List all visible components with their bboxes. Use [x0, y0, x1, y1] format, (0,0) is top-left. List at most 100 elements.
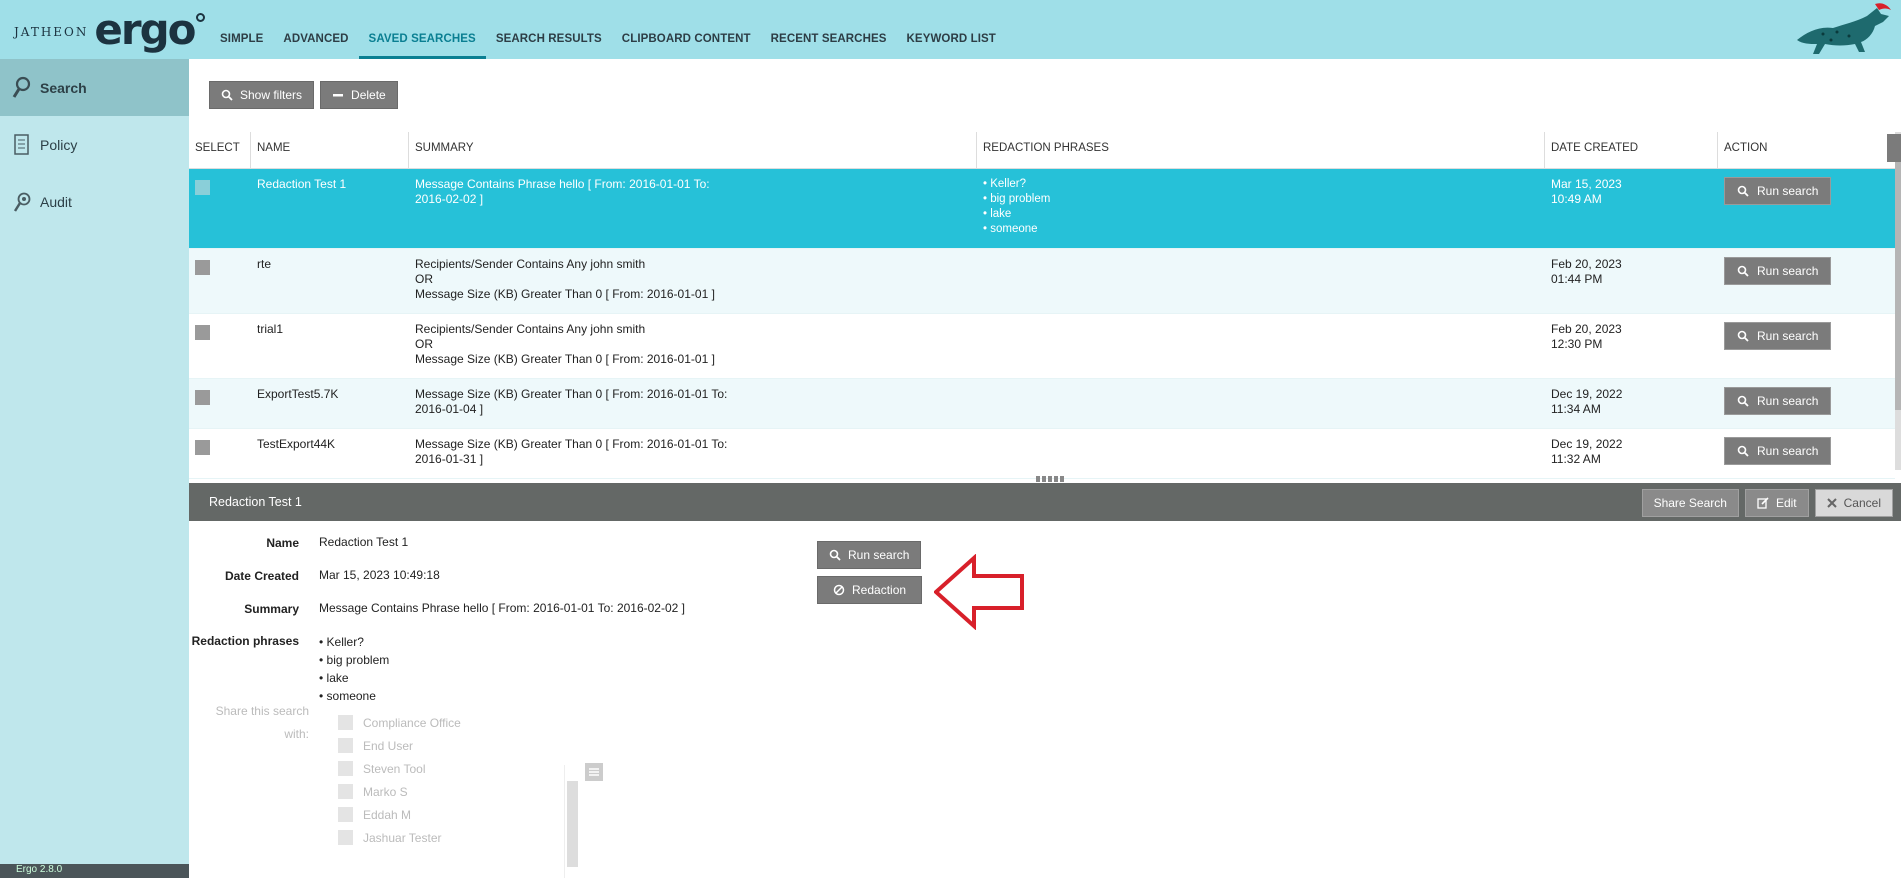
tab-recent-searches[interactable]: RECENT SEARCHES	[761, 0, 897, 59]
row-date: Feb 20, 2023 01:44 PM	[1545, 249, 1718, 313]
toolbar: Show filters Delete	[209, 81, 398, 109]
run-search-label: Run search	[1757, 183, 1819, 198]
run-search-button[interactable]: Run search	[1724, 257, 1832, 285]
row-checkbox[interactable]	[195, 260, 210, 275]
share-option[interactable]: Compliance Office	[328, 711, 568, 734]
phrase-item: • big problem	[319, 653, 390, 667]
sidebar-item-search[interactable]: Search	[0, 59, 189, 116]
row-checkbox[interactable]	[195, 390, 210, 405]
sidebar-item-label: Audit	[40, 193, 72, 210]
scrollbar-thumb[interactable]	[1895, 152, 1901, 410]
pane-splitter-handle[interactable]	[1036, 476, 1066, 482]
redaction-label: Redaction	[852, 583, 907, 597]
share-checkbox[interactable]	[338, 715, 353, 730]
share-checkbox[interactable]	[338, 761, 353, 776]
tab-simple[interactable]: SIMPLE	[210, 0, 273, 59]
summary-line: OR	[415, 337, 433, 351]
share-list-vertical-scrollbar[interactable]	[564, 765, 579, 878]
time-text: 11:34 AM	[1551, 402, 1601, 416]
row-checkbox[interactable]	[195, 180, 210, 195]
share-checkbox[interactable]	[338, 807, 353, 822]
label-summary: Summary	[244, 602, 299, 616]
search-icon	[1737, 265, 1749, 277]
share-option[interactable]: End User	[328, 734, 568, 757]
column-menu-icon[interactable]	[1887, 134, 1901, 162]
header-date-created[interactable]: DATE CREATED	[1545, 132, 1718, 168]
table-scrollbar[interactable]	[1895, 132, 1901, 470]
summary-line: Recipients/Sender Contains Any john smit…	[415, 322, 646, 336]
share-list: Compliance Office End User Steven Tool M…	[328, 711, 568, 851]
table-row[interactable]: TestExport44K Message Size (KB) Greater …	[189, 429, 1895, 479]
table-row[interactable]: rte Recipients/Sender Contains Any john …	[189, 249, 1895, 314]
edit-button[interactable]: Edit	[1744, 489, 1809, 517]
share-option[interactable]: Marko S	[328, 780, 568, 803]
share-option[interactable]: Eddah M	[328, 803, 568, 826]
row-name: trial1	[257, 322, 284, 336]
search-icon	[221, 89, 233, 101]
row-date: Dec 19, 2022 11:34 AM	[1545, 379, 1718, 428]
row-summary: Recipients/Sender Contains Any john smit…	[409, 314, 977, 378]
sidebar: Search Policy Audit Ergo 2.8.0	[0, 59, 189, 878]
row-summary: Recipients/Sender Contains Any john smit…	[409, 249, 977, 313]
table-row[interactable]: trial1 Recipients/Sender Contains Any jo…	[189, 314, 1895, 379]
cancel-button[interactable]: Cancel	[1814, 489, 1893, 517]
share-checkbox[interactable]	[338, 784, 353, 799]
sidebar-item-policy[interactable]: Policy	[0, 116, 189, 173]
share-option[interactable]: Steven Tool	[328, 757, 568, 780]
list-icon[interactable]	[585, 763, 603, 781]
row-date: Mar 15, 2023 10:49 AM	[1545, 169, 1718, 248]
row-redaction-phrases	[977, 249, 1545, 313]
tab-keyword-list[interactable]: KEYWORD LIST	[897, 0, 1006, 59]
detail-run-search-button[interactable]: Run search	[817, 541, 922, 569]
run-search-button[interactable]: Run search	[1724, 322, 1832, 350]
share-option-label: Compliance Office	[363, 715, 461, 730]
run-search-button[interactable]: Run search	[1724, 387, 1832, 415]
search-icon	[829, 549, 841, 561]
summary-line: OR	[415, 272, 433, 286]
scrollbar-thumb[interactable]	[567, 781, 578, 867]
share-search-button[interactable]: Share Search	[1641, 489, 1739, 517]
delete-button[interactable]: Delete	[320, 81, 398, 109]
tab-search-results[interactable]: SEARCH RESULTS	[486, 0, 612, 59]
sidebar-item-audit[interactable]: Audit	[0, 173, 189, 230]
row-summary: Message Size (KB) Greater Than 0 [ From:…	[409, 379, 977, 428]
summary-line: Message Size (KB) Greater Than 0 [ From:…	[415, 352, 715, 366]
summary-line: Message Size (KB) Greater Than 0 [ From:…	[415, 287, 715, 301]
magnifier-icon	[12, 76, 31, 98]
show-filters-button[interactable]: Show filters	[209, 81, 315, 109]
version-footer: Ergo 2.8.0	[0, 864, 189, 878]
row-checkbox[interactable]	[195, 325, 210, 340]
arrow-annotation-icon	[934, 554, 1024, 630]
phrase-item: • lake	[983, 208, 1012, 220]
run-search-button[interactable]: Run search	[1724, 437, 1832, 465]
header-select[interactable]: SELECT	[189, 132, 251, 168]
value-redaction-phrases: • Keller? • big problem • lake • someone	[319, 633, 389, 705]
tab-saved-searches[interactable]: SAVED SEARCHES	[358, 0, 486, 59]
header-redaction-phrases[interactable]: REDACTION PHRASES	[977, 132, 1545, 168]
share-checkbox[interactable]	[338, 830, 353, 845]
run-search-button[interactable]: Run search	[1724, 177, 1832, 205]
share-option[interactable]: Jashuar Tester	[328, 826, 568, 849]
search-icon	[1737, 395, 1749, 407]
edit-label: Edit	[1775, 496, 1797, 510]
table-header: SELECT NAME SUMMARY REDACTION PHRASES DA…	[189, 132, 1895, 169]
header-summary[interactable]: SUMMARY	[409, 132, 977, 168]
header-name[interactable]: NAME	[251, 132, 409, 168]
row-action: Run search	[1718, 314, 1895, 378]
header-action[interactable]: ACTION	[1718, 132, 1895, 168]
value-date-created: Mar 15, 2023 10:49:18	[319, 568, 440, 582]
redaction-button[interactable]: Redaction	[817, 576, 923, 604]
wolf-mascot-icon	[1797, 3, 1891, 54]
row-action: Run search	[1718, 249, 1895, 313]
row-checkbox[interactable]	[195, 440, 210, 455]
label-date-created: Date Created	[224, 569, 299, 583]
row-summary: Message Contains Phrase hello [ From: 20…	[409, 169, 977, 248]
phrase-item: • Keller?	[983, 178, 1027, 190]
phrase-item: • someone	[319, 689, 376, 703]
tab-clipboard-content[interactable]: CLIPBOARD CONTENT	[612, 0, 761, 59]
share-checkbox[interactable]	[338, 738, 353, 753]
logo[interactable]: JATHEON ergo	[14, 8, 205, 52]
table-row[interactable]: ExportTest5.7K Message Size (KB) Greater…	[189, 379, 1895, 429]
table-row[interactable]: Redaction Test 1 Message Contains Phrase…	[189, 169, 1895, 249]
tab-advanced[interactable]: ADVANCED	[273, 0, 358, 59]
